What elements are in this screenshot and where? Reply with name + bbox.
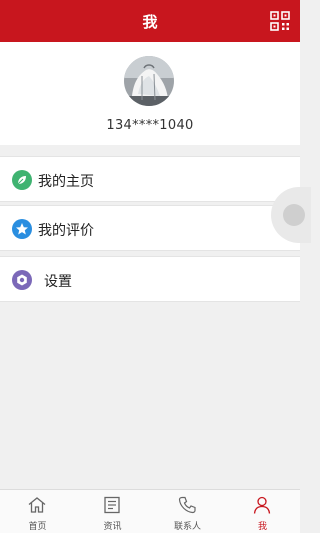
top-bar: 我	[0, 0, 300, 42]
menu-item-my-homepage[interactable]: 我的主页	[0, 156, 300, 202]
menu-item-my-reviews[interactable]: 我的评价	[0, 205, 300, 251]
avatar[interactable]	[124, 56, 174, 106]
profile-card: 134****1040	[0, 42, 300, 145]
tab-label: 首页	[28, 522, 47, 532]
news-icon	[104, 496, 120, 514]
person-icon	[253, 496, 271, 514]
menu-item-label: 我的主页	[38, 174, 94, 190]
tab-home[interactable]: 首页	[0, 490, 75, 533]
gear-icon	[12, 270, 32, 290]
tab-label: 资讯	[103, 522, 122, 532]
bottom-tab-bar: 首页 资讯 联系人 我	[0, 489, 300, 533]
tab-label: 联系人	[173, 522, 201, 532]
phone-icon	[178, 496, 196, 514]
leaf-icon	[12, 170, 32, 190]
menu-item-label: 我的评价	[38, 223, 94, 239]
tab-news[interactable]: 资讯	[75, 490, 150, 533]
page-title: 我	[142, 12, 158, 31]
qr-code-icon[interactable]	[270, 11, 290, 31]
tab-contacts[interactable]: 联系人	[150, 490, 225, 533]
tab-label: 我	[257, 522, 267, 532]
star-icon	[12, 219, 32, 239]
assist-circle-icon	[283, 204, 305, 226]
home-icon	[28, 497, 46, 513]
phone-number: 134****1040	[106, 118, 194, 133]
tab-me[interactable]: 我	[225, 490, 300, 533]
menu-item-settings[interactable]: 设置	[0, 256, 300, 302]
menu-item-label: 设置	[44, 274, 72, 290]
